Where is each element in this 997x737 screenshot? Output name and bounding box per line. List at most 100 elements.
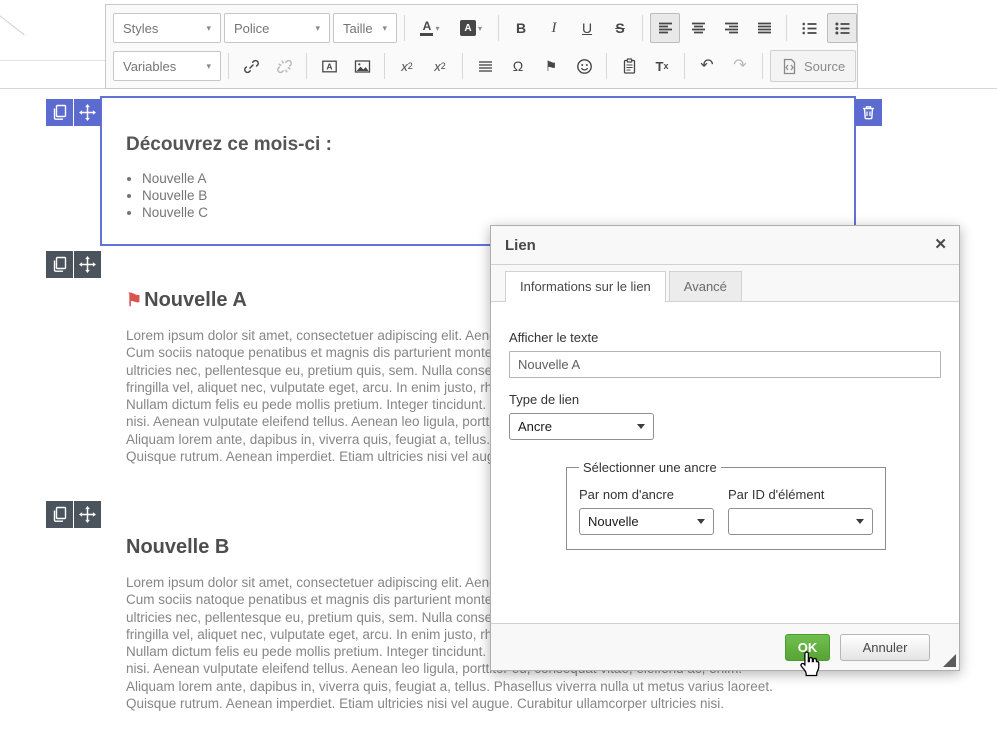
copy-icon <box>51 506 68 523</box>
move-icon <box>79 256 96 273</box>
link-icon <box>243 58 260 75</box>
cancel-button[interactable]: Annuler <box>840 634 930 661</box>
font-combo[interactable]: Police ▾ <box>224 13 330 43</box>
move-icon <box>79 104 96 121</box>
toolbar-row-1: Styles ▾ Police ▾ Taille ▾ A ▾ A ▾ <box>113 9 850 47</box>
variables-combo[interactable]: Variables ▾ <box>113 51 221 81</box>
subscript-button[interactable]: x2 <box>392 51 422 81</box>
chevron-down-icon <box>637 424 645 429</box>
delete-block-button[interactable] <box>855 99 882 126</box>
tab-advanced[interactable]: Avancé <box>669 271 742 301</box>
anchor-by-id-select[interactable] <box>728 508 873 535</box>
styles-combo[interactable]: Styles ▾ <box>113 13 221 43</box>
anchor-button[interactable]: ⚑ <box>536 51 566 81</box>
anchor-by-name-select[interactable]: Nouvelle <box>579 508 714 535</box>
strikethrough-button[interactable]: S <box>605 13 635 43</box>
align-center-button[interactable] <box>683 13 713 43</box>
dialog-titlebar[interactable]: Lien ✕ <box>491 226 959 265</box>
trash-icon <box>860 104 877 121</box>
list-item[interactable]: Nouvelle C <box>142 204 854 221</box>
tab-link-info[interactable]: Informations sur le lien <box>505 271 666 302</box>
close-icon[interactable]: ✕ <box>934 235 947 253</box>
link-button[interactable] <box>236 51 266 81</box>
toolbar-separator <box>306 53 307 79</box>
numbered-list-button[interactable] <box>794 13 824 43</box>
redo-button[interactable]: ↷ <box>725 51 755 81</box>
chevron-down-icon: ▾ <box>206 23 211 34</box>
copy-block-button[interactable] <box>46 99 73 126</box>
toolbar-separator <box>786 15 787 41</box>
align-right-icon <box>723 20 740 36</box>
link-type-select[interactable]: Ancre <box>509 413 654 440</box>
align-right-button[interactable] <box>716 13 746 43</box>
block-handles <box>46 251 101 278</box>
copy-icon <box>51 256 68 273</box>
chevron-down-icon: ▾ <box>206 61 211 72</box>
move-block-button[interactable] <box>74 501 101 528</box>
chevron-down-icon: ▾ <box>382 23 387 34</box>
align-justify-icon <box>756 20 773 36</box>
source-button[interactable]: Source <box>770 50 856 82</box>
dialog-body: Afficher le texte Type de lien Ancre Sél… <box>491 302 959 623</box>
special-char-button[interactable]: Ω <box>503 51 533 81</box>
list-item[interactable]: Nouvelle B <box>142 187 854 204</box>
size-combo[interactable]: Taille ▾ <box>333 13 397 43</box>
anchor-by-id-label: Par ID d'élément <box>728 487 873 502</box>
anchor-by-name-group: Par nom d'ancre Nouvelle <box>579 487 714 535</box>
move-block-button[interactable] <box>74 99 101 126</box>
anchor-flag-icon: ⚑ <box>545 59 558 73</box>
anchor-columns: Par nom d'ancre Nouvelle Par ID d'élémen… <box>579 487 873 535</box>
toolbar-separator <box>462 53 463 79</box>
anchor-flag-icon: ⚑ <box>126 290 142 311</box>
anchor-by-id-group: Par ID d'élément <box>728 487 873 535</box>
redo-icon: ↷ <box>733 58 746 74</box>
move-block-button[interactable] <box>74 251 101 278</box>
align-left-icon <box>657 20 674 36</box>
bold-button[interactable]: B <box>506 13 536 43</box>
copy-block-button[interactable] <box>46 251 73 278</box>
list-item[interactable]: Nouvelle A <box>142 170 854 187</box>
image-icon <box>354 58 371 75</box>
chevron-down-icon <box>856 519 864 524</box>
resize-handle-icon[interactable] <box>943 654 956 667</box>
bullet-list-icon <box>834 20 851 36</box>
toolbar-separator <box>606 53 607 79</box>
italic-button[interactable]: I <box>539 13 569 43</box>
toolbar-separator <box>762 53 763 79</box>
undo-button[interactable]: ↶ <box>692 51 722 81</box>
anchor-fieldset: Sélectionner une ancre Par nom d'ancre N… <box>566 460 886 550</box>
intro-heading: Découvrez ce mois-ci : <box>126 134 854 156</box>
link-dialog: Lien ✕ Informations sur le lien Avancé A… <box>490 225 960 671</box>
chevron-down-icon: ▾ <box>315 23 320 34</box>
background-color-button[interactable]: A ▾ <box>451 13 491 43</box>
placeholder-button[interactable]: A <box>314 51 344 81</box>
copy-block-button[interactable] <box>46 501 73 528</box>
block-handles <box>46 501 101 528</box>
selected-content-block[interactable]: Découvrez ce mois-ci : Nouvelle A Nouvel… <box>100 96 856 246</box>
chevron-down-icon <box>697 519 705 524</box>
unlink-button[interactable] <box>269 51 299 81</box>
toolbar-separator <box>684 53 685 79</box>
image-button[interactable] <box>347 51 377 81</box>
superscript-button[interactable]: x2 <box>425 51 455 81</box>
corner-mark <box>0 14 25 36</box>
align-left-button[interactable] <box>650 13 680 43</box>
toolbar-separator <box>642 15 643 41</box>
align-justify-button[interactable] <box>749 13 779 43</box>
remove-format-button[interactable]: Tx <box>647 51 677 81</box>
smiley-button[interactable] <box>569 51 599 81</box>
chevron-down-icon: ▾ <box>478 24 482 33</box>
dialog-footer: OK Annuler <box>491 623 959 670</box>
text-color-icon: A <box>420 20 433 36</box>
toolbar-separator <box>404 15 405 41</box>
horizontal-rule-button[interactable] <box>470 51 500 81</box>
text-color-button[interactable]: A ▾ <box>412 13 448 43</box>
toolbar-row-2: Variables ▾ A x2 x2 <box>113 47 850 85</box>
copy-icon <box>51 104 68 121</box>
intro-list: Nouvelle A Nouvelle B Nouvelle C <box>102 170 854 221</box>
display-text-input[interactable] <box>509 351 941 378</box>
paste-button[interactable] <box>614 51 644 81</box>
underline-button[interactable]: U <box>572 13 602 43</box>
dialog-title: Lien <box>505 237 536 254</box>
bullet-list-button[interactable] <box>827 13 857 43</box>
